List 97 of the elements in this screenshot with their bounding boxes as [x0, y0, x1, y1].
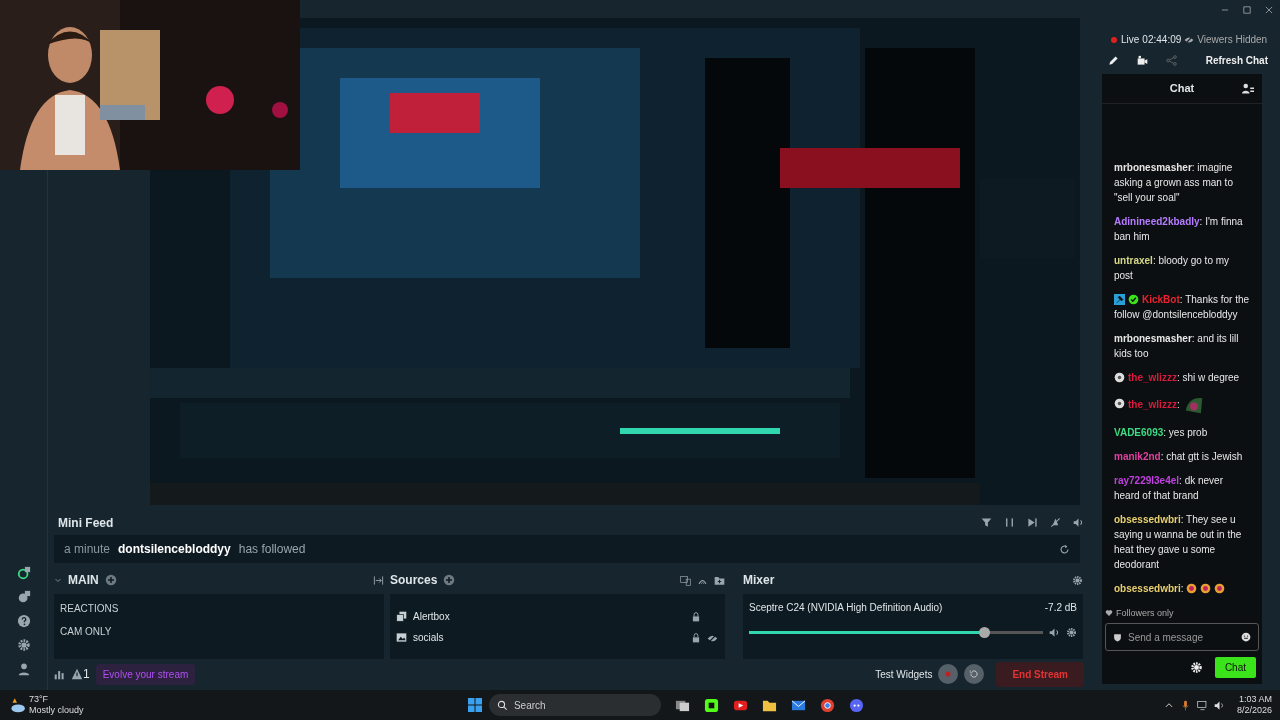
settings-icon[interactable] [1072, 574, 1083, 586]
event-user: dontsilencebloddyy [118, 541, 231, 558]
chat-message: obsessedwbri: [1102, 576, 1262, 601]
temperature: 73°F [29, 694, 50, 705]
weather-condition: Mostly cloudy [29, 705, 84, 716]
clock-date: 8/2/2026 [1236, 705, 1272, 716]
dizzy-emote-icon [1200, 583, 1212, 595]
collapse-icon[interactable] [373, 574, 384, 586]
browser-icon[interactable] [819, 697, 835, 713]
source-name[interactable]: socials [413, 630, 444, 645]
speaker-icon[interactable] [1073, 517, 1084, 528]
chat-message: ray7229l3e4el: dk never heard of that brand [1113, 473, 1224, 503]
search-field[interactable]: Search [488, 694, 661, 716]
skip-icon[interactable] [1027, 517, 1038, 528]
help-icon[interactable] [16, 614, 31, 628]
panel-title: Mixer [743, 572, 775, 589]
viewers-status: Viewers Hidden [1197, 33, 1268, 47]
alert-count: 1 [83, 666, 90, 683]
search-placeholder: Search [513, 698, 546, 713]
folder-add-icon[interactable] [714, 574, 725, 586]
panel-title: Sources [390, 572, 438, 589]
close-icon[interactable] [1264, 5, 1274, 15]
volume-icon[interactable] [1213, 699, 1225, 711]
add-icon[interactable] [104, 574, 117, 586]
chat-message: KickBot: Thanks for the follow @dontsilencebloddyy [1113, 292, 1251, 322]
image-icon [396, 632, 407, 643]
chat-message: Adinineed2kbadly: I'm finna ban him [1113, 214, 1244, 244]
settings-icon[interactable] [1066, 627, 1077, 638]
mail-icon[interactable] [790, 697, 806, 713]
refresh-chat-button[interactable]: Refresh Chat [1205, 53, 1268, 68]
settings-icon[interactable] [16, 638, 31, 652]
volume-reading: -7.2 dB [1044, 601, 1077, 615]
heart-icon [1105, 609, 1113, 618]
widget-icon [396, 611, 407, 622]
clock-time: 1:03 AM [1237, 694, 1272, 705]
user-icon[interactable] [16, 662, 31, 676]
weather-icon [8, 696, 26, 714]
event-time: a minute [64, 541, 111, 558]
chat-message: VADE6093: yes prob [1113, 425, 1209, 440]
chat-message: mrbonesmasher: imagine asking a grown ass man to "sell your soal" [1113, 160, 1234, 205]
chat-message: the_wlizzz: shi w degree [1102, 365, 1262, 390]
record-button[interactable] [938, 664, 959, 684]
speaker-icon[interactable] [1049, 627, 1060, 638]
lock-icon[interactable] [691, 611, 701, 622]
search-icon [496, 699, 508, 711]
users-icon[interactable] [1242, 82, 1254, 95]
scene-item[interactable]: REACTIONS [54, 597, 384, 620]
scene-collection-title: MAIN [68, 572, 99, 589]
send-chat-button[interactable]: Chat [1214, 657, 1256, 678]
filter-icon[interactable] [981, 517, 992, 528]
camera-icon[interactable] [1137, 55, 1148, 66]
audio-source-name: Sceptre C24 (NVIDIA High Definition Audio) [749, 601, 943, 615]
chat-message: the_wlizzz: [1102, 389, 1262, 421]
message-field[interactable]: Send a message [1105, 623, 1259, 651]
lock-icon[interactable] [691, 632, 701, 643]
chat-message: manik2nd: chat gtt is Jewish [1113, 449, 1244, 464]
warning-icon[interactable] [71, 668, 83, 680]
replay-button[interactable] [964, 664, 985, 684]
end-stream-button[interactable]: End Stream [996, 661, 1084, 687]
promo-button[interactable]: Evolve your stream [95, 663, 196, 685]
replay-icon [969, 669, 980, 679]
emoji-icon[interactable] [1241, 632, 1251, 642]
chat-message: mrbonesmasher: and its lill kids too [1113, 331, 1240, 361]
mute-notification-icon[interactable] [1050, 517, 1061, 528]
app-icon[interactable] [703, 697, 719, 713]
stream-duration: 02:44:09 [1142, 33, 1182, 47]
chevron-up-icon[interactable] [1163, 700, 1174, 710]
event-action: has followed [238, 541, 306, 558]
panel-title: Mini Feed [58, 514, 114, 532]
hidden-icon [1184, 34, 1195, 45]
stats-icon[interactable] [54, 668, 65, 680]
chat-message: untraxel: bloody go to my post [1113, 253, 1231, 283]
maximize-icon[interactable] [1242, 5, 1252, 15]
source-name[interactable]: Alertbox [413, 609, 450, 624]
test-widgets-label: Test Widgets [875, 667, 933, 682]
shield-icon [1113, 633, 1122, 642]
chat-message: obsessedwbri: They see u saying u wanna be out in the heat they gave u some deodorant [1113, 512, 1243, 572]
slider-thumb[interactable] [979, 627, 991, 638]
settings-icon[interactable] [1189, 661, 1203, 674]
live-dot-icon [1110, 35, 1118, 44]
apps-icon[interactable] [16, 590, 31, 604]
pause-icon[interactable] [1004, 517, 1015, 528]
scene-item[interactable]: CAM ONLY [54, 620, 384, 643]
chat-app-icon[interactable] [848, 697, 864, 713]
screen-icon[interactable] [680, 574, 691, 586]
edit-icon[interactable] [1108, 55, 1119, 66]
hidden-icon[interactable] [707, 632, 718, 644]
chat-title: Chat [1169, 81, 1195, 97]
windows-start-icon[interactable] [466, 697, 483, 713]
dizzy-emote-icon [1186, 583, 1198, 595]
studio-icon[interactable] [16, 566, 31, 580]
live-label: Live [1121, 33, 1140, 47]
refresh-icon[interactable] [1059, 543, 1070, 555]
dizzy-emote-icon [1214, 583, 1226, 595]
network-icon[interactable] [1196, 699, 1208, 711]
chat-mode: Followers only [1116, 606, 1174, 620]
add-icon[interactable] [443, 574, 456, 586]
